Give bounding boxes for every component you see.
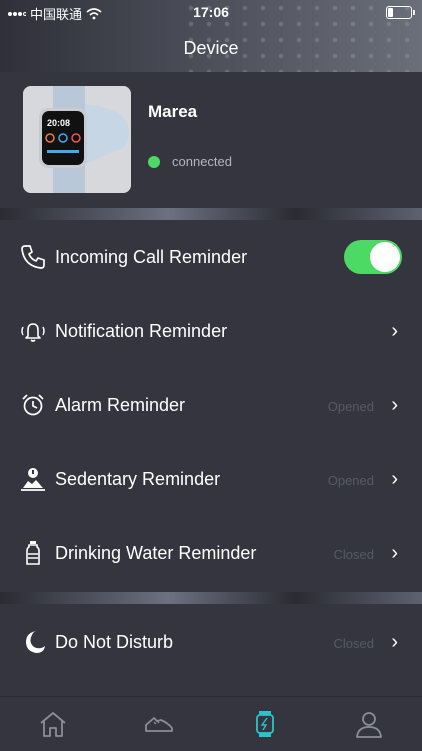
incoming-call-toggle[interactable] — [344, 240, 402, 274]
chevron-right-icon: › — [391, 468, 398, 490]
reminder-status: Opened — [327, 399, 374, 414]
incoming-call-reminder-row[interactable]: Incoming Call Reminder — [0, 220, 422, 294]
watch-icon[interactable] — [250, 709, 280, 739]
chevron-right-icon: › — [391, 542, 398, 564]
reminder-label: Notification Reminder — [55, 321, 228, 341]
reminder-label: Incoming Call Reminder — [55, 247, 248, 267]
profile-icon[interactable] — [354, 709, 384, 739]
phone-icon — [21, 245, 45, 269]
page-title: Device — [183, 38, 239, 58]
home-icon[interactable] — [38, 709, 68, 739]
dnd-label: Do Not Disturb — [55, 632, 174, 652]
alarm-reminder-row[interactable]: Alarm Reminder Opened › — [0, 368, 422, 442]
chevron-right-icon: › — [391, 394, 398, 416]
reminder-label: Alarm Reminder — [55, 395, 186, 415]
sedentary-reminder-row[interactable]: Sedentary Reminder Opened › — [0, 442, 422, 516]
chevron-right-icon: › — [391, 320, 398, 342]
watch-image: 20:08 — [23, 86, 131, 193]
section-divider — [0, 208, 422, 220]
dnd-status: Closed — [333, 636, 374, 651]
drinking-water-reminder-row[interactable]: Drinking Water Reminder Closed › — [0, 516, 422, 590]
moon-icon — [26, 631, 45, 653]
status-time: 17:06 — [193, 4, 229, 20]
connection-status: connected — [172, 154, 232, 169]
connection-status-dot — [148, 156, 160, 168]
watch-face-time: 20:08 — [47, 118, 70, 128]
status-bar: 中国联通 17:06 — [0, 0, 422, 24]
section-divider — [0, 592, 422, 604]
do-not-disturb-row[interactable]: Do Not Disturb Closed › — [0, 605, 422, 679]
alarm-clock-icon — [22, 394, 44, 416]
water-bottle-icon — [26, 541, 40, 565]
device-name: Marea — [148, 102, 198, 121]
notification-reminder-row[interactable]: Notification Reminder › — [0, 294, 422, 368]
reminder-label: Drinking Water Reminder — [55, 543, 257, 563]
bell-icon — [21, 323, 45, 342]
device-card[interactable]: 20:08 Marea connected — [0, 72, 422, 208]
sedentary-icon — [21, 468, 45, 491]
shoe-icon[interactable] — [144, 709, 174, 739]
reminder-label: Sedentary Reminder — [55, 469, 221, 489]
header: 中国联通 17:06 Device — [0, 0, 422, 72]
reminder-status: Opened — [327, 473, 374, 488]
tab-bar — [0, 696, 422, 751]
battery-icon — [386, 6, 415, 19]
reminder-status: Closed — [333, 547, 374, 562]
chevron-right-icon: › — [391, 631, 398, 653]
